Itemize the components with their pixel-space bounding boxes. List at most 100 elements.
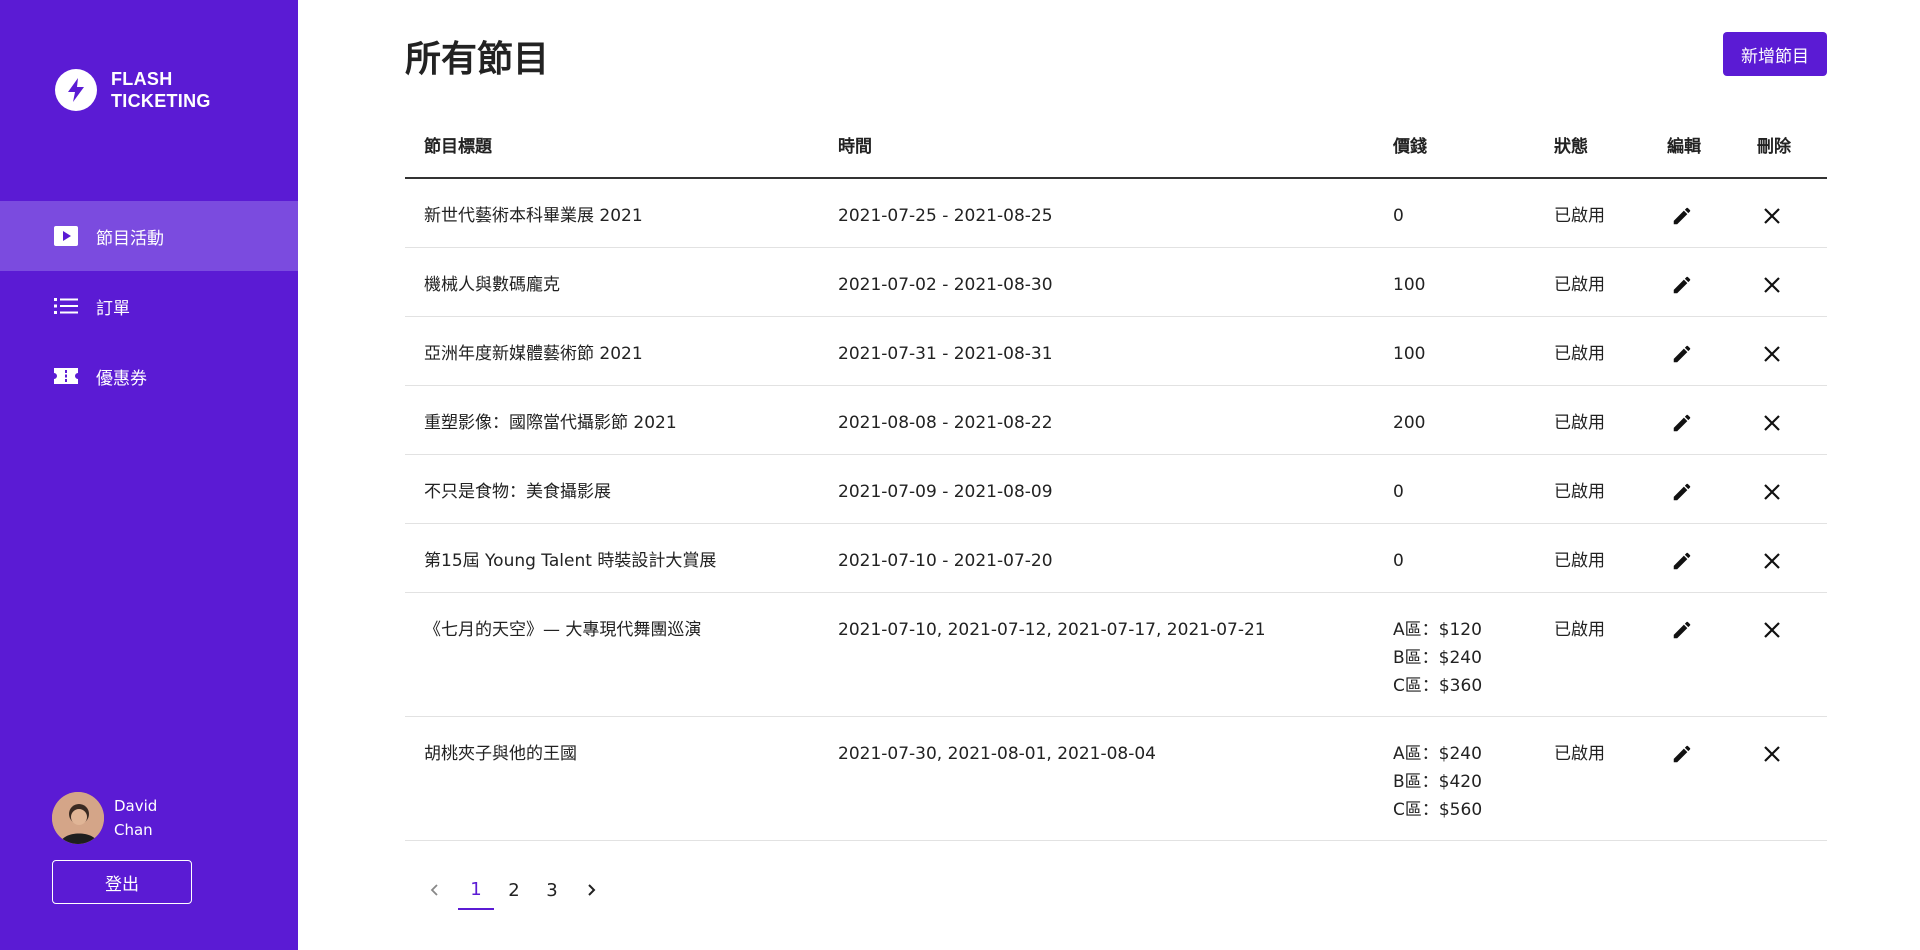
price-line: 100 [1393,344,1426,364]
brand-name: FLASH TICKETING [111,68,211,112]
event-time: 2021-07-31 - 2021-08-31 [838,344,1053,364]
previous-page-button[interactable] [420,870,450,910]
delete-button[interactable] [1757,408,1787,438]
delete-button[interactable] [1757,477,1787,507]
column-header-delete: 刪除 [1757,137,1791,157]
close-icon [1763,621,1781,639]
edit-button[interactable] [1667,408,1697,438]
price-line: 0 [1393,206,1404,226]
price-line: C區：$560 [1393,800,1483,820]
page-number-button[interactable]: 2 [496,870,532,910]
edit-button[interactable] [1667,201,1697,231]
event-price: 0 [1393,547,1404,575]
column-header-edit: 編輯 [1667,137,1701,157]
close-icon [1763,745,1781,763]
logout-button[interactable]: 登出 [52,860,192,904]
delete-button[interactable] [1757,546,1787,576]
next-page-button[interactable] [576,870,606,910]
page-number-button[interactable]: 3 [534,870,570,910]
edit-button[interactable] [1667,339,1697,369]
event-time: 2021-07-10, 2021-07-12, 2021-07-17, 2021… [838,620,1266,640]
avatar [52,792,104,844]
pencil-icon [1671,412,1693,434]
event-price: 0 [1393,478,1404,506]
edit-button[interactable] [1667,546,1697,576]
column-header-status: 狀態 [1554,137,1588,157]
price-line: C區：$360 [1393,676,1483,696]
brand-line-2: TICKETING [111,91,211,111]
sidebar-item-orders[interactable]: 訂單 [0,271,298,341]
close-icon [1763,483,1781,501]
close-icon [1763,207,1781,225]
column-header-title: 節目標題 [424,137,492,157]
table-row: 《七月的天空》— 大專現代舞團巡演 2021-07-10, 2021-07-12,… [405,593,1827,717]
event-price: 100 [1393,340,1425,368]
event-title: 新世代藝術本科畢業展 2021 [424,206,643,226]
pagination: 123 [420,870,606,910]
table-row: 不只是食物：美食攝影展 2021-07-09 - 2021-08-09 0 已啟用 [405,455,1827,524]
delete-button[interactable] [1757,201,1787,231]
event-title: 《七月的天空》— 大專現代舞團巡演 [424,620,702,640]
price-line: B區：$240 [1393,648,1482,668]
event-title: 亞洲年度新媒體藝術節 2021 [424,344,643,364]
event-title: 機械人與數碼龐克 [424,275,560,295]
delete-button[interactable] [1757,739,1787,769]
table-row: 重塑影像：國際當代攝影節 2021 2021-08-08 - 2021-08-22… [405,386,1827,455]
list-icon [54,294,78,318]
event-time: 2021-07-10 - 2021-07-20 [838,551,1053,571]
event-title: 第15屆 Young Talent 時裝設計大賞展 [424,551,717,571]
brand-logo[interactable]: FLASH TICKETING [55,68,211,112]
status-badge: 已啟用 [1554,551,1605,571]
column-header-price: 價錢 [1393,137,1427,157]
edit-button[interactable] [1667,270,1697,300]
sidebar-item-coupons[interactable]: 優惠券 [0,341,298,411]
table-row: 新世代藝術本科畢業展 2021 2021-07-25 - 2021-08-25 0 已… [405,179,1827,248]
delete-button[interactable] [1757,339,1787,369]
status-badge: 已啟用 [1554,206,1605,226]
sidebar-nav: 節目活動 訂單 優惠券 [0,201,298,411]
status-badge: 已啟用 [1554,620,1605,640]
brand-line-1: FLASH [111,69,173,89]
table-body: 新世代藝術本科畢業展 2021 2021-07-25 - 2021-08-25 0 已… [405,179,1827,841]
edit-button[interactable] [1667,477,1697,507]
price-line: 200 [1393,413,1426,433]
page-title: 所有節目 [405,39,550,80]
user-profile: David Chan [52,792,174,844]
pencil-icon [1671,205,1693,227]
sidebar-item-events[interactable]: 節目活動 [0,201,298,271]
status-badge: 已啟用 [1554,275,1605,295]
table-row: 亞洲年度新媒體藝術節 2021 2021-07-31 - 2021-08-31 10… [405,317,1827,386]
page-number-button[interactable]: 1 [458,870,494,910]
table-row: 機械人與數碼龐克 2021-07-02 - 2021-08-30 100 已啟用 [405,248,1827,317]
user-last-name: Chan [114,821,153,839]
close-icon [1763,552,1781,570]
event-price: 200 [1393,409,1425,437]
play-icon [54,224,78,248]
status-badge: 已啟用 [1554,482,1605,502]
user-first-name: David [114,797,158,815]
event-time: 2021-07-09 - 2021-08-09 [838,482,1053,502]
delete-button[interactable] [1757,615,1787,645]
event-price: 100 [1393,271,1425,299]
pencil-icon [1671,619,1693,641]
event-price: A區：$120 B區：$240 C區：$360 [1393,616,1482,700]
status-badge: 已啟用 [1554,344,1605,364]
price-line: 0 [1393,482,1404,502]
table-header: 節目標題 時間 價錢 狀態 編輯 刪除 [405,117,1827,179]
event-title: 重塑影像：國際當代攝影節 2021 [424,413,677,433]
price-line: A區：$120 [1393,620,1482,640]
event-price: A區：$240 B區：$420 C區：$560 [1393,740,1482,824]
app-root: FLASH TICKETING 節目活動 訂單 優惠券 David Chan 登… [0,0,1920,950]
event-time: 2021-07-02 - 2021-08-30 [838,275,1053,295]
event-time: 2021-08-08 - 2021-08-22 [838,413,1053,433]
event-time: 2021-07-30, 2021-08-01, 2021-08-04 [838,744,1157,764]
delete-button[interactable] [1757,270,1787,300]
table-row: 胡桃夾子與他的王國 2021-07-30, 2021-08-01, 2021-08… [405,717,1827,841]
edit-button[interactable] [1667,739,1697,769]
close-icon [1763,414,1781,432]
ticket-icon [54,364,78,388]
add-event-button[interactable]: 新增節目 [1723,32,1827,76]
events-table: 節目標題 時間 價錢 狀態 編輯 刪除 新世代藝術本科畢業展 2021 2021-… [405,117,1827,841]
edit-button[interactable] [1667,615,1697,645]
event-price: 0 [1393,202,1404,230]
